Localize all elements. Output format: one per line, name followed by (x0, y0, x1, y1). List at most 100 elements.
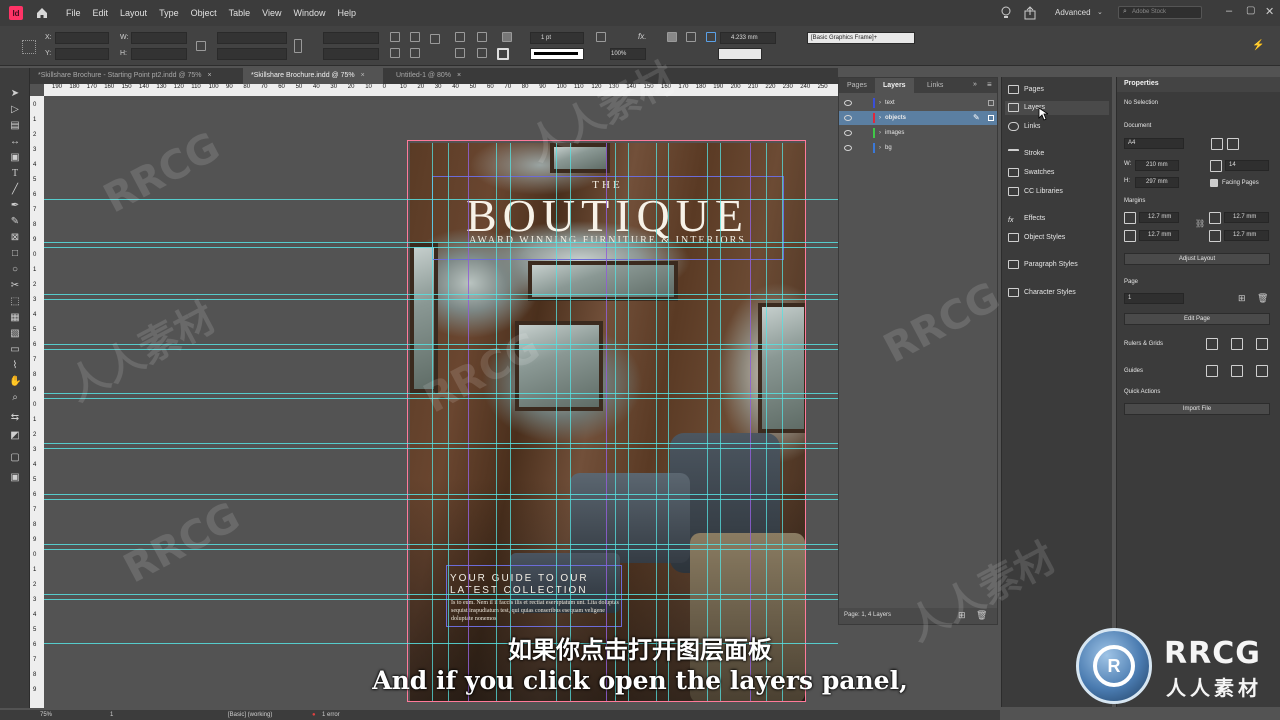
column-guide[interactable] (628, 143, 629, 701)
dock-cc-libraries[interactable]: CC Libraries (1008, 185, 1063, 199)
add-page-icon[interactable]: ⊞ (1238, 293, 1246, 304)
dock-layers[interactable]: Layers (1005, 101, 1109, 115)
column-guide[interactable] (432, 143, 433, 701)
chevron-right-icon[interactable]: › (879, 141, 881, 155)
smart-guides-icon[interactable] (1256, 365, 1268, 377)
y-field[interactable] (55, 48, 109, 60)
vertical-ruler[interactable]: 0123456789012345678901234567890123456789 (30, 96, 44, 708)
minimize-button[interactable]: – (1226, 5, 1232, 17)
margin-guide[interactable] (606, 143, 607, 701)
document-grid-icon[interactable] (1231, 338, 1243, 350)
select-previous-icon[interactable] (477, 32, 487, 42)
stroke-type-select[interactable] (530, 48, 584, 60)
object-style-select[interactable]: [Basic Graphics Frame]+ (807, 32, 915, 44)
fill-stroke-icon[interactable]: ◩ (9, 430, 21, 442)
rectangle-frame-tool-icon[interactable]: ⊠ (9, 232, 21, 244)
lightbulb-icon[interactable] (1000, 6, 1012, 20)
menu-file[interactable]: File (66, 8, 81, 18)
landscape-orientation-icon[interactable] (1227, 138, 1239, 150)
layer-row-objects[interactable]: › objects ✎ (839, 111, 997, 125)
ellipse-tool-icon[interactable]: ○ (9, 264, 21, 276)
h-field[interactable] (131, 48, 187, 60)
dock-swatches[interactable]: Swatches (1008, 166, 1054, 180)
panel-menu-icon[interactable]: ≡ (987, 80, 992, 89)
lightning-icon[interactable]: ⚡ (1252, 40, 1264, 51)
tab-skillshare-brochure[interactable]: *Skillshare Brochure.indd @ 75% × (243, 68, 383, 84)
column-guide[interactable] (707, 143, 708, 701)
stroke-center-icon[interactable] (686, 32, 696, 42)
menu-type[interactable]: Type (159, 8, 179, 18)
reference-point-icon[interactable] (22, 40, 36, 54)
stock-search-field[interactable]: ⌕ Adobe Stock (1118, 6, 1202, 19)
ruler-guide[interactable] (44, 448, 838, 449)
column-guide[interactable] (556, 143, 557, 701)
close-window-button[interactable]: ✕ (1265, 5, 1274, 18)
page-select[interactable]: 1 (1124, 293, 1184, 304)
tab-starting-point[interactable]: *Skillshare Brochure - Starting Point pt… (30, 68, 237, 84)
scale-y-field[interactable] (217, 48, 287, 60)
constrain-scale-icon[interactable] (294, 39, 302, 53)
menu-view[interactable]: View (262, 8, 281, 18)
column-guide[interactable] (448, 143, 449, 701)
formatting-affects-icon[interactable]: ▢ (9, 452, 21, 464)
link-margins-icon[interactable]: ⛓ (1195, 219, 1205, 228)
dock-pages[interactable]: Pages (1008, 83, 1044, 97)
ruler-guide[interactable] (44, 443, 838, 444)
margin-bottom-field[interactable]: 12.7 mm (1139, 230, 1179, 241)
path-icon[interactable] (430, 34, 440, 44)
rotate-cw-icon[interactable] (390, 32, 400, 42)
layer-target-box[interactable] (988, 100, 994, 106)
width-field[interactable]: 210 mm (1135, 160, 1179, 171)
page-tool-icon[interactable]: ▤ (9, 120, 21, 132)
menu-help[interactable]: Help (337, 8, 356, 18)
stroke-weight-field[interactable]: 1 pt (530, 32, 584, 44)
menu-layout[interactable]: Layout (120, 8, 147, 18)
ruler-guide[interactable] (44, 299, 838, 300)
constrain-proportions-icon[interactable] (196, 41, 206, 51)
tab-pages[interactable]: Pages (839, 78, 875, 93)
x-field[interactable] (55, 32, 109, 44)
stroke-swatch-icon[interactable] (497, 48, 509, 60)
visibility-eye-icon[interactable] (844, 130, 852, 136)
visibility-eye-icon[interactable] (844, 100, 852, 106)
chevron-right-icon[interactable]: › (879, 126, 881, 140)
fx-icon[interactable]: fx. (638, 32, 646, 41)
ruler-guide[interactable] (44, 594, 838, 595)
chevron-right-icon[interactable]: › (879, 96, 881, 110)
tab-links[interactable]: Links (919, 78, 951, 93)
cover-photo[interactable]: THE BOUTIQUE AWARD WINNING FURNITURE & I… (410, 143, 805, 701)
scale-x-field[interactable] (217, 32, 287, 44)
ruler-guide[interactable] (44, 247, 838, 248)
tab-untitled[interactable]: Untitled-1 @ 80% × (388, 68, 478, 84)
baseline-grid-icon[interactable] (1256, 338, 1268, 350)
horizontal-ruler[interactable]: 190 180 170 160 150 140 130 120 110 100 90 80 70 60 50… (44, 84, 838, 96)
adjust-layout-button[interactable]: Adjust Layout (1124, 253, 1270, 265)
tab-layers[interactable]: Layers (875, 78, 914, 93)
page-size-select[interactable]: A4 (1124, 138, 1184, 149)
column-guide[interactable] (766, 143, 767, 701)
w-field[interactable] (131, 32, 187, 44)
margin-guide[interactable] (750, 143, 751, 701)
select-next-icon[interactable] (477, 48, 487, 58)
gradient-feather-tool-icon[interactable]: ▧ (9, 328, 21, 340)
line-tool-icon[interactable]: ╱ (9, 184, 21, 196)
rotate-ccw-icon[interactable] (410, 32, 420, 42)
menu-edit[interactable]: Edit (93, 8, 109, 18)
select-content-icon[interactable] (455, 48, 465, 58)
chevron-down-icon[interactable]: ⌄ (1097, 8, 1103, 16)
pencil-tool-icon[interactable]: ✎ (9, 216, 21, 228)
column-guide[interactable] (570, 143, 571, 701)
corner-size-field[interactable]: 4.233 mm (720, 32, 776, 44)
rotation-field[interactable] (323, 32, 379, 44)
selection-tool-icon[interactable]: ➤ (9, 88, 21, 100)
margin-right-field[interactable]: 12.7 mm (1224, 230, 1269, 241)
pages-count-field[interactable]: 14 (1225, 160, 1269, 171)
frame-fitting-icon[interactable] (596, 32, 606, 42)
column-guide[interactable] (782, 143, 783, 701)
home-icon[interactable] (35, 6, 49, 20)
eyedropper-tool-icon[interactable]: ⌇ (9, 360, 21, 372)
ruler-guide[interactable] (44, 294, 838, 295)
column-guide[interactable] (656, 143, 657, 701)
ruler-guide[interactable] (44, 199, 838, 200)
hand-tool-icon[interactable]: ✋ (9, 376, 21, 388)
